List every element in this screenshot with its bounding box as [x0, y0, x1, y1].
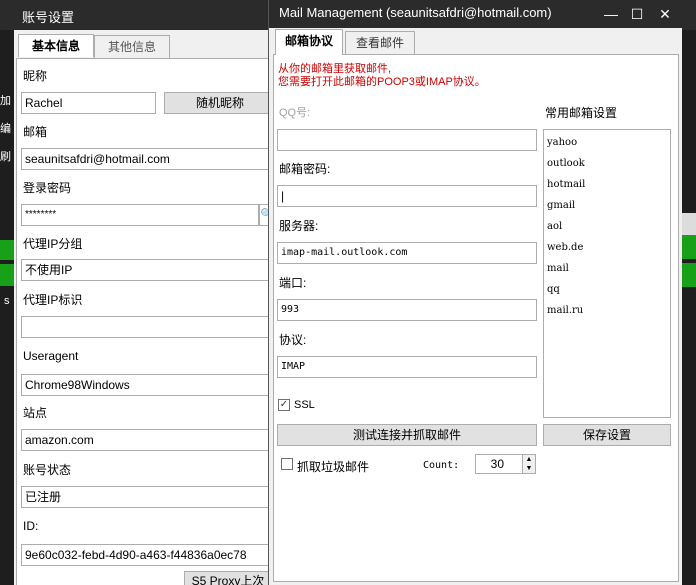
junk-mail-checkbox[interactable]	[281, 458, 293, 470]
tab-other-info[interactable]: 其他信息	[94, 35, 170, 58]
bg-glyph: s	[4, 295, 10, 307]
account-window-title: 账号设置	[22, 10, 75, 25]
list-item[interactable]: hotmail	[544, 174, 670, 195]
green-row	[682, 235, 696, 259]
useragent-label: Useragent	[23, 349, 79, 363]
proxy-group-label: 代理IP分组	[23, 237, 83, 251]
account-settings-window: 账号设置 基本信息 其他信息 昵称 Rachel 随机昵称 邮箱 seaunit…	[14, 0, 279, 585]
nickname-label: 昵称	[23, 69, 48, 83]
common-mail-list[interactable]: yahoo outlook hotmail gmail aol web.de m…	[543, 129, 671, 418]
common-settings-label: 常用邮箱设置	[545, 106, 618, 120]
close-icon[interactable]: ✕	[653, 0, 677, 28]
tab-mail-protocol[interactable]: 邮箱协议	[275, 29, 343, 55]
protocol-label: 协议:	[279, 333, 307, 347]
maximize-icon[interactable]: ☐	[625, 0, 649, 28]
ssl-checkbox[interactable]: ✓	[278, 399, 290, 411]
status-label: 账号状态	[23, 463, 72, 477]
count-label: Count:	[423, 460, 460, 471]
list-item[interactable]: qq	[544, 279, 670, 300]
status-select[interactable]: 已注册	[21, 486, 279, 508]
bg-glyph: 加	[0, 95, 11, 107]
notice-text: 从你的邮箱里获取邮件, 您需要打开此邮箱的POOP3或IMAP协议。	[278, 63, 486, 89]
email-label: 邮箱	[23, 125, 48, 139]
mail-password-label: 邮箱密码:	[279, 162, 331, 176]
email-input[interactable]: seaunitsafdri@hotmail.com	[21, 148, 279, 170]
nickname-input[interactable]: Rachel	[21, 92, 156, 114]
s5-proxy-button[interactable]: S5 Proxy上次	[184, 571, 272, 585]
server-input[interactable]: imap-mail.outlook.com	[277, 242, 537, 264]
count-stepper[interactable]: ▲ ▼	[522, 454, 536, 474]
random-nickname-button[interactable]: 随机昵称	[164, 92, 276, 114]
site-label: 站点	[23, 406, 48, 420]
list-item[interactable]: mail.ru	[544, 300, 670, 321]
useragent-select[interactable]: Chrome98Windows	[21, 374, 279, 396]
bg-glyph: 编	[0, 123, 11, 135]
green-row	[682, 263, 696, 287]
proxy-tag-label: 代理IP标识	[23, 293, 83, 307]
port-input[interactable]: 993	[277, 299, 537, 321]
id-input[interactable]: 9e60c032-febd-4d90-a463-f44836a0ec78	[21, 544, 279, 566]
test-connection-button[interactable]: 测试连接并抓取邮件	[277, 424, 537, 446]
list-item[interactable]: gmail	[544, 195, 670, 216]
proxy-tag-input[interactable]	[21, 316, 279, 338]
mail-management-window: Mail Management (seaunitsafdri@hotmail.c…	[268, 0, 683, 585]
list-item[interactable]: mail	[544, 258, 670, 279]
mail-window-title: Mail Management (seaunitsafdri@hotmail.c…	[279, 5, 552, 20]
junk-mail-label: 抓取垃圾邮件	[297, 460, 370, 474]
proxy-group-select[interactable]: 不使用IP	[21, 259, 279, 281]
password-input[interactable]: ********	[21, 204, 259, 226]
account-title-bar: 账号设置	[14, 0, 272, 30]
ssl-label: SSL	[294, 399, 315, 411]
bg-glyph: 刷	[0, 151, 11, 163]
right-strip	[682, 30, 696, 585]
list-item[interactable]: aol	[544, 216, 670, 237]
save-settings-button[interactable]: 保存设置	[543, 424, 671, 446]
protocol-input[interactable]: IMAP	[277, 356, 537, 378]
list-item[interactable]: web.de	[544, 237, 670, 258]
count-input[interactable]: 30	[475, 454, 523, 474]
mail-password-input[interactable]: |	[277, 185, 537, 207]
mail-title-bar: Mail Management (seaunitsafdri@hotmail.c…	[269, 0, 683, 28]
bg-header-cell	[682, 213, 696, 235]
tab-basic-info[interactable]: 基本信息	[18, 34, 94, 57]
notice-line: 从你的邮箱里获取邮件,	[278, 63, 392, 75]
tab-view-mail[interactable]: 查看邮件	[345, 31, 415, 55]
minimize-icon[interactable]: —	[599, 0, 623, 28]
server-label: 服务器:	[279, 219, 319, 233]
qq-input[interactable]	[277, 129, 537, 151]
id-label: ID:	[23, 519, 39, 533]
password-label: 登录密码	[23, 181, 72, 195]
port-label: 端口:	[279, 276, 307, 290]
list-item[interactable]: yahoo	[544, 132, 670, 153]
notice-line: 您需要打开此邮箱的POOP3或IMAP协议。	[278, 76, 486, 88]
list-item[interactable]: outlook	[544, 153, 670, 174]
site-select[interactable]: amazon.com	[21, 429, 279, 451]
qq-label: QQ号:	[279, 107, 311, 119]
